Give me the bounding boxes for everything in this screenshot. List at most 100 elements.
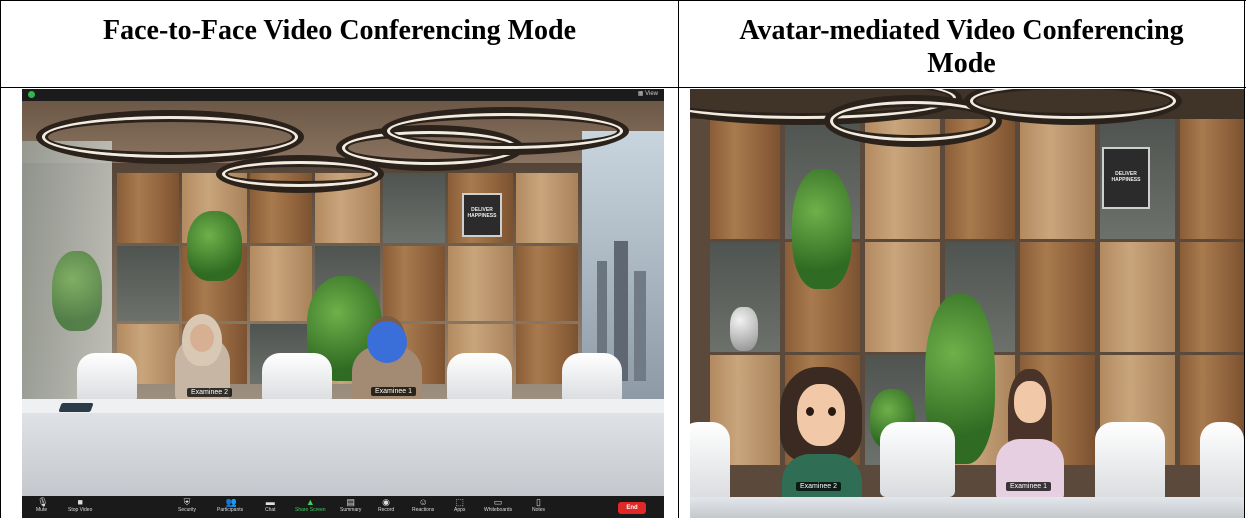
whiteboards-button[interactable]: ▭ Whiteboards [484, 497, 513, 514]
avatar-body [782, 454, 862, 499]
conference-table [690, 497, 1244, 518]
chair [562, 353, 622, 403]
whiteboards-label: Whiteboards [484, 507, 513, 513]
reactions-label: Reactions [412, 507, 435, 513]
meeting-video-area: DELIVER HAPPINESS Examinee 2 Examinee 1 [22, 101, 664, 496]
hanging-plant [792, 169, 852, 289]
plant [52, 251, 102, 331]
avatar-examinee-1: Examinee 1 [990, 369, 1070, 499]
wall-panel [1020, 119, 1095, 239]
summary-label: Summary [340, 507, 362, 513]
record-label: Record [378, 507, 395, 513]
share-screen-button[interactable]: ▲ Share Screen [295, 497, 326, 514]
chat-button[interactable]: ▬ Chat [265, 497, 276, 514]
wall-panel [1100, 242, 1175, 352]
wall-panel [710, 119, 780, 239]
wall-niche [383, 173, 445, 243]
wall-panel [516, 173, 578, 243]
notes-label: Notes [532, 507, 546, 513]
mute-label: Mute [36, 507, 48, 513]
record-button[interactable]: ◉ Record [378, 497, 395, 514]
avatar-eye [828, 407, 836, 416]
shield-icon: ⛨ [183, 497, 191, 507]
participant-name-tag: Examinee 2 [796, 482, 841, 491]
chair [447, 353, 512, 403]
security-button[interactable]: ⛨ Security [178, 497, 197, 514]
wall-panel [117, 173, 179, 243]
summary-icon: ▤ [346, 497, 355, 507]
participant-name-tag: Examinee 2 [187, 388, 232, 397]
chat-icon: ▬ [265, 497, 275, 507]
wall-panel [1180, 119, 1244, 239]
record-icon: ◉ [382, 497, 390, 507]
poster-text: DELIVER HAPPINESS [1111, 171, 1141, 183]
header-face-to-face: Face-to-Face Video Conferencing Mode [1, 1, 678, 87]
chat-label: Chat [265, 507, 276, 513]
chair [690, 422, 730, 502]
apps-icon: ⬚ [455, 497, 464, 507]
ceiling-light-ring [222, 161, 378, 187]
ceiling-light-ring [387, 113, 623, 149]
poster-text: DELIVER HAPPINESS [467, 207, 497, 219]
reactions-icon: ☺ [418, 497, 428, 507]
face-blur-mask [367, 321, 407, 363]
chair [1200, 422, 1244, 502]
silver-vase [730, 307, 758, 351]
header-face-to-face-text: Face-to-Face Video Conferencing Mode [102, 15, 577, 46]
summary-button[interactable]: ▤ Summary [340, 497, 362, 514]
wall-panel [1020, 242, 1095, 352]
wall-panel [250, 246, 312, 321]
whiteboard-icon: ▭ [493, 497, 503, 507]
participant-face [190, 324, 214, 352]
security-label: Security [178, 507, 197, 513]
view-button[interactable]: ▦ View [638, 90, 658, 97]
participant-name-tag: Examinee 1 [371, 387, 416, 396]
view-grid-icon: ▦ [637, 91, 644, 97]
participants-icon: 👥 [225, 497, 237, 507]
meeting-toolbar: 🎙 Mute ■ Stop Video ⛨ Security 👥 Partici… [22, 496, 664, 518]
table-border-right [1244, 0, 1245, 518]
header-avatar-mediated: Avatar-mediated Video Conferencing Mode [679, 1, 1244, 87]
building [634, 271, 646, 381]
apps-label: Apps [454, 507, 466, 513]
header-avatar-mediated-text: Avatar-mediated Video Conferencing Mode [739, 1, 1183, 80]
wall-panel [1180, 242, 1244, 352]
wall-panel [516, 246, 578, 321]
participants-label: Participants [217, 507, 244, 513]
view-button-label: View [645, 91, 658, 97]
notes-icon: ▯ [536, 497, 541, 507]
hanging-plant [187, 211, 242, 281]
share-screen-label: Share Screen [295, 507, 326, 513]
participants-button[interactable]: 👥 Participants [217, 497, 244, 514]
microphone-icon: 🎙 [37, 497, 49, 507]
table-border-middle [0, 87, 1246, 88]
participant-video-examinee-2: Examinee 2 [165, 306, 240, 401]
poster: DELIVER HAPPINESS [462, 193, 502, 237]
chair [262, 353, 332, 403]
participant-video-examinee-1: Examinee 1 [347, 306, 427, 401]
avatar-face [797, 384, 845, 446]
notes-button[interactable]: ▯ Notes [532, 497, 546, 514]
tablet-device [58, 403, 94, 412]
apps-button[interactable]: ⬚ Apps [454, 497, 466, 514]
table-edge [22, 399, 664, 413]
stop-video-label: Stop Video [68, 507, 93, 513]
avatar-eye [806, 407, 814, 416]
share-screen-icon: ▲ [305, 497, 315, 507]
ceiling-light-ring [830, 101, 996, 141]
end-meeting-button[interactable]: End [618, 502, 646, 514]
mute-button[interactable]: 🎙 Mute [36, 497, 49, 514]
avatar-examinee-2: Examinee 2 [772, 359, 872, 499]
chair [880, 422, 955, 497]
poster: DELIVER HAPPINESS [1102, 147, 1150, 209]
reactions-button[interactable]: ☺ Reactions [412, 497, 435, 514]
face-to-face-screenshot: ▦ View DELIVER HAPPINESS Examinee 2 Exam… [22, 89, 664, 518]
conference-table [22, 399, 664, 496]
avatar-face [1014, 381, 1046, 423]
chair [1095, 422, 1165, 502]
header-avatar-line2: Mode [927, 48, 996, 79]
ceiling-light-ring [42, 116, 298, 158]
avatar-mediated-screenshot: DELIVER HAPPINESS Examinee 2 Examinee 1 [690, 89, 1244, 518]
security-status-icon [28, 91, 35, 98]
stop-video-button[interactable]: ■ Stop Video [68, 498, 93, 514]
